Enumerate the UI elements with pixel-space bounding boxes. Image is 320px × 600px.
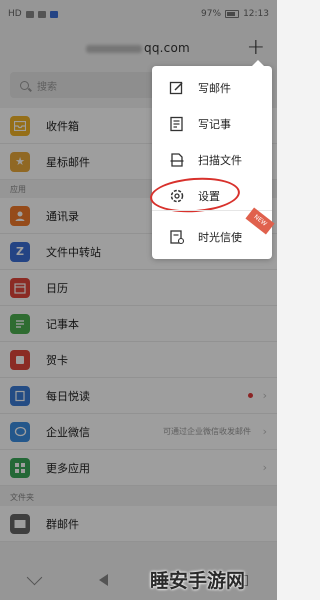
menu-item-label: 写记事 [198, 118, 231, 131]
menu-item-scan[interactable]: 扫描文件 [152, 142, 272, 178]
add-popup-menu: 写邮件 写记事 扫描文件 设置 时光信使 NEW [148, 60, 275, 259]
site-watermark: 睡安手游网 [150, 570, 246, 592]
time-letter-icon [168, 228, 186, 246]
menu-item-label: 时光信使 [198, 231, 242, 244]
scan-icon [168, 151, 186, 169]
note-icon [168, 115, 186, 133]
menu-item-note[interactable]: 写记事 [152, 106, 272, 142]
menu-item-compose[interactable]: 写邮件 [152, 70, 272, 106]
menu-item-label: 扫描文件 [198, 154, 242, 167]
menu-item-label: 写邮件 [198, 82, 231, 95]
compose-icon [168, 79, 186, 97]
